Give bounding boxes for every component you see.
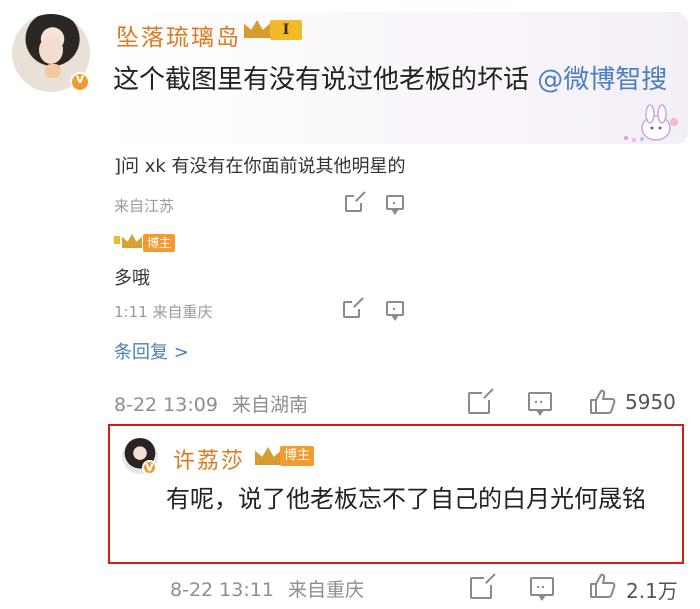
- reply-text: 有呢，说了他老板忘不了自己的白月光何晟铭: [166, 485, 646, 513]
- timestamp: 8-22 13:11: [170, 579, 274, 601]
- bunny-sticker-icon: [624, 104, 678, 142]
- username[interactable]: 坠落琉璃岛: [116, 18, 241, 52]
- avatar-face: [39, 36, 63, 64]
- sub-reply-meta: 来自江苏: [114, 197, 175, 215]
- comment-meta: 8-22 13:09 来自湖南: [114, 390, 308, 417]
- location: 来自湖南: [231, 394, 308, 416]
- verified-icon: [70, 72, 90, 92]
- like-count: 2.1万: [626, 579, 678, 603]
- sub-reply-text: 多哦: [114, 268, 150, 289]
- avatar-hand: [45, 64, 61, 78]
- comment-icon[interactable]: [386, 195, 404, 215]
- sub-reply-meta: 1:11 来自重庆: [114, 303, 213, 321]
- share-icon[interactable]: [345, 191, 366, 212]
- comment-icon[interactable]: [528, 392, 552, 416]
- username[interactable]: 许荔莎: [173, 443, 245, 475]
- like-count: 5950: [625, 390, 676, 414]
- crown-icon: [122, 234, 142, 248]
- verified-icon: [142, 460, 157, 475]
- sub-reply-text: ]问 xk 有没有在你面前说其他明星的: [114, 156, 406, 177]
- share-icon[interactable]: [470, 573, 496, 599]
- thumbs-up-icon[interactable]: [588, 572, 616, 600]
- boss-tag: 博主: [143, 234, 176, 252]
- mention-link[interactable]: @微博智搜: [537, 65, 667, 95]
- timestamp: 8-22 13:09: [114, 394, 218, 416]
- more-replies-link[interactable]: 条回复 >: [114, 338, 189, 364]
- level-badge-fragment: [114, 236, 120, 244]
- boss-tag: 博主: [280, 446, 315, 466]
- share-icon[interactable]: [343, 297, 364, 318]
- level-badge: I: [270, 20, 302, 40]
- comment-icon[interactable]: [530, 577, 554, 601]
- reply-meta: 8-22 13:11 来自重庆: [170, 575, 364, 602]
- comment-icon[interactable]: [386, 301, 404, 321]
- share-icon[interactable]: [468, 388, 494, 414]
- thumbs-up-icon[interactable]: [588, 388, 616, 416]
- location: 来自重庆: [287, 579, 364, 601]
- avatar[interactable]: [12, 14, 90, 92]
- comment-body: 这个截图里有没有说过他老板的坏话: [113, 65, 538, 95]
- crown-icon: [244, 20, 270, 38]
- comment-text: 这个截图里有没有说过他老板的坏话 @微博智搜: [113, 58, 673, 102]
- avatar[interactable]: [122, 438, 158, 475]
